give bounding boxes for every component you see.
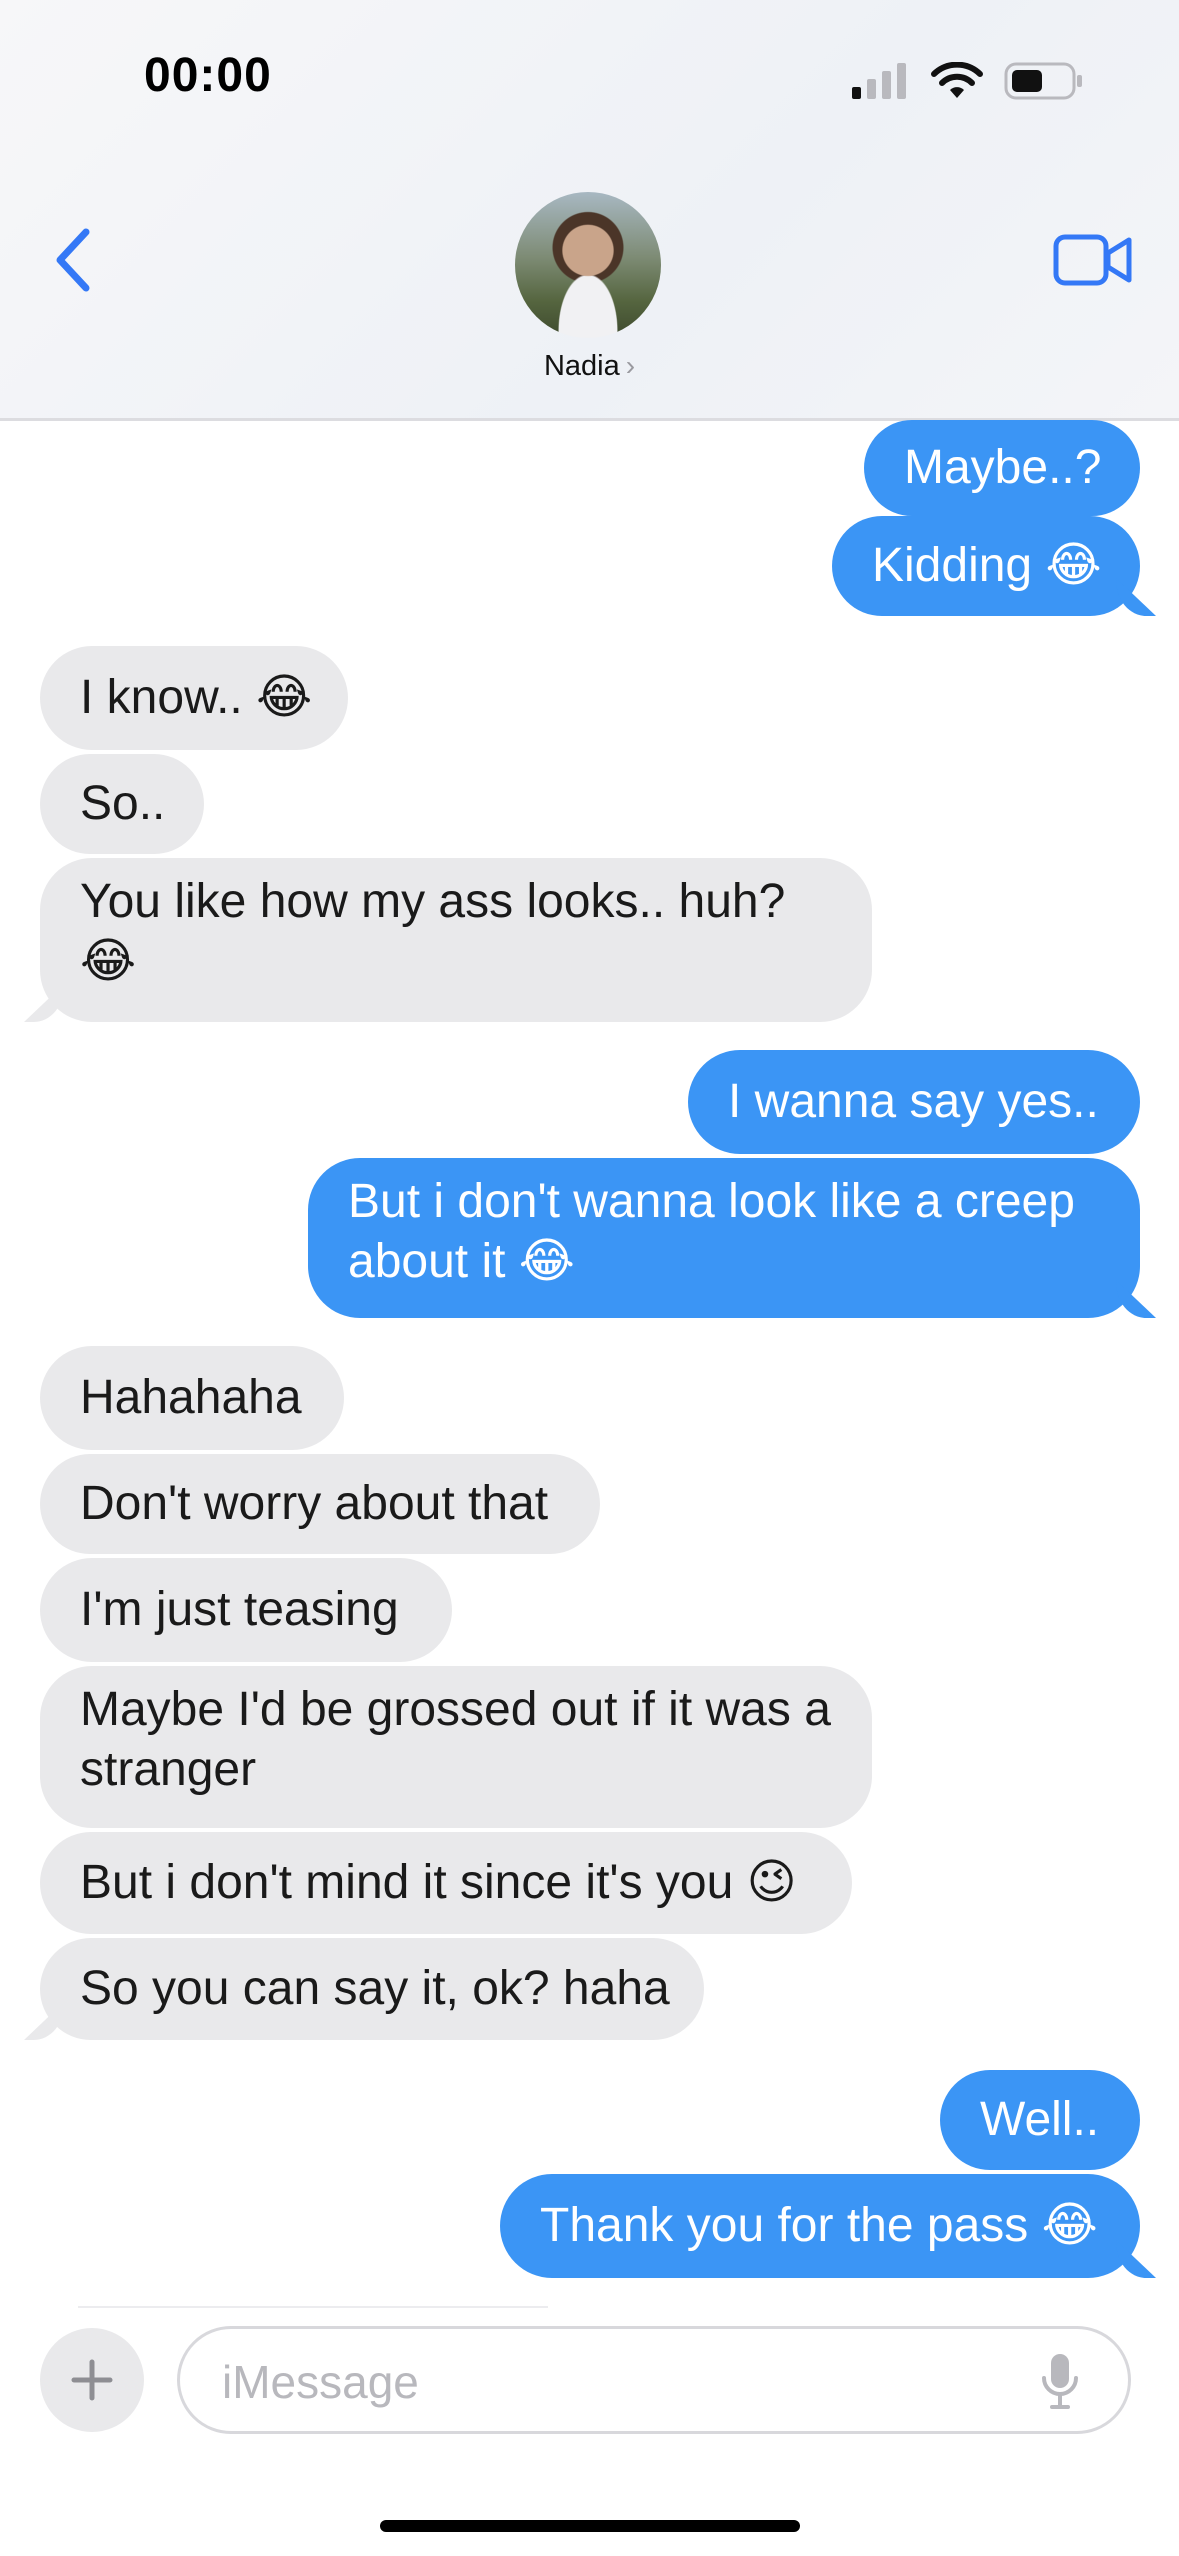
wifi-icon xyxy=(931,62,983,98)
conversation-header: 00:00 Nadia › xyxy=(0,0,1179,421)
chevron-right-icon: › xyxy=(625,350,636,381)
message-bubble-incoming[interactable]: Maybe I'd be grossed out if it was a str… xyxy=(40,1666,872,1828)
message-bubble-incoming[interactable]: So.. xyxy=(40,754,204,854)
message-bubble-incoming[interactable]: I'm just teasing xyxy=(40,1558,452,1662)
message-bubble-incoming[interactable]: Don't worry about that xyxy=(40,1454,600,1554)
message-bubble-outgoing[interactable]: But i don't wanna look like a creep abou… xyxy=(308,1158,1140,1318)
message-bubble-incoming[interactable]: So you can say it, ok? haha xyxy=(40,1938,704,2040)
video-call-button[interactable] xyxy=(1051,225,1135,295)
contact-name-button[interactable]: Nadia › xyxy=(0,350,1179,383)
status-time: 00:00 xyxy=(144,49,272,102)
contact-name: Nadia xyxy=(543,350,620,382)
apps-plus-button[interactable] xyxy=(40,2328,144,2432)
message-bubble-incoming[interactable]: I know.. 😂 xyxy=(40,646,348,750)
message-bubble-outgoing[interactable]: Well.. xyxy=(940,2070,1140,2170)
message-input-container[interactable] xyxy=(177,2326,1131,2434)
back-button[interactable] xyxy=(42,220,102,300)
message-bubble-incoming[interactable]: But i don't mind it since it's you 😉 xyxy=(40,1832,852,1934)
message-bubble-outgoing[interactable]: Maybe..? xyxy=(864,420,1140,516)
dictation-button[interactable] xyxy=(1036,2351,1084,2411)
message-bubble-outgoing[interactable]: I wanna say yes.. xyxy=(688,1050,1140,1154)
message-input[interactable] xyxy=(220,2347,1004,2417)
microphone-icon xyxy=(1042,2354,1078,2409)
video-camera-icon xyxy=(1053,234,1132,286)
signal-icon xyxy=(852,63,906,99)
contact-avatar[interactable] xyxy=(515,192,661,338)
message-bubble-incoming[interactable]: Hahahaha xyxy=(40,1346,344,1450)
status-icons xyxy=(852,62,1084,100)
battery-icon xyxy=(1004,62,1082,100)
message-bubble-outgoing[interactable]: Kidding 😂 xyxy=(832,516,1140,616)
divider xyxy=(78,2306,548,2308)
message-bubble-incoming[interactable]: You like how my ass looks.. huh? 😂 xyxy=(40,858,872,1022)
message-bubble-outgoing[interactable]: Thank you for the pass 😂 xyxy=(500,2174,1140,2278)
chevron-left-icon xyxy=(56,228,90,292)
plus-icon xyxy=(71,2359,113,2401)
home-indicator[interactable] xyxy=(380,2520,800,2532)
